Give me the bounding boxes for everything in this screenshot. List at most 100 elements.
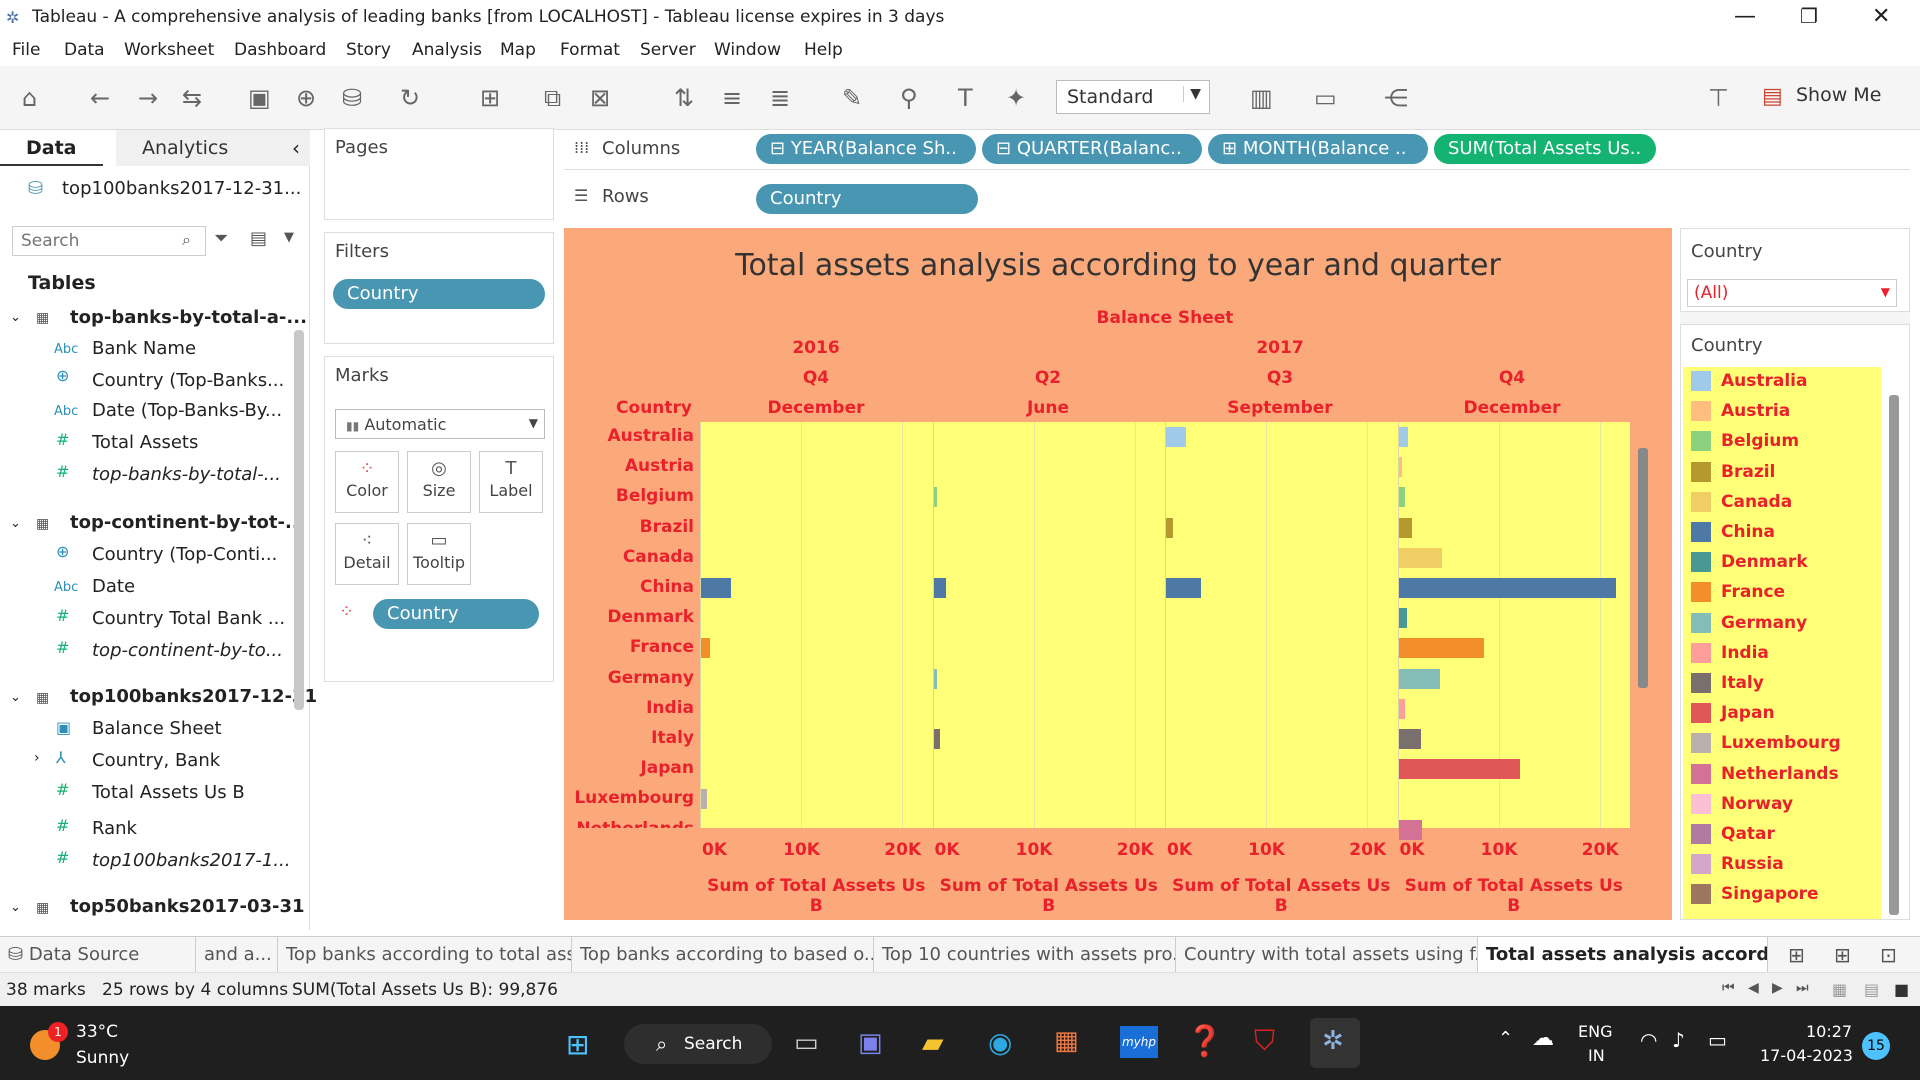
bar[interactable]	[1398, 819, 1422, 840]
table-name[interactable]: top50banks2017-03-31	[70, 896, 305, 917]
list-view-icon[interactable]: ▤	[250, 228, 267, 249]
bar[interactable]	[1398, 729, 1421, 749]
group-icon[interactable]: ⚲	[900, 84, 918, 112]
new-dashboard-icon[interactable]: ⊞	[1834, 943, 1851, 967]
menu-map[interactable]: Map	[500, 40, 536, 60]
help-icon[interactable]: ❓	[1186, 1024, 1223, 1059]
cloud-icon[interactable]: ☁	[1532, 1026, 1554, 1051]
label-button[interactable]: T Label	[479, 451, 543, 513]
teams-icon[interactable]: ▣	[858, 1028, 883, 1058]
bar[interactable]	[933, 668, 937, 689]
tab-sheet[interactable]: Top banks according to total ass...	[278, 937, 572, 973]
menu-story[interactable]: Story	[346, 40, 391, 60]
row-label[interactable]: Austria	[564, 456, 694, 476]
row-label[interactable]: China	[564, 577, 694, 597]
bar[interactable]	[1398, 517, 1412, 538]
share-icon[interactable]: ⋲	[1384, 84, 1408, 112]
clock-time[interactable]: 10:27	[1806, 1022, 1852, 1041]
bar[interactable]	[1398, 547, 1442, 568]
field[interactable]: top100banks2017-1...	[92, 850, 290, 871]
volume-icon[interactable]: ♪	[1672, 1028, 1685, 1052]
scrollbar[interactable]	[294, 330, 304, 710]
row-label[interactable]: Germany	[564, 668, 694, 688]
country-filter-select[interactable]: (All) ▼	[1687, 279, 1897, 307]
table-name[interactable]: top-banks-by-total-a-...	[70, 307, 307, 328]
grid-view-icon[interactable]: ▦	[1832, 980, 1847, 999]
menu-worksheet[interactable]: Worksheet	[124, 40, 214, 60]
bar[interactable]	[1398, 698, 1405, 719]
legend-item[interactable]: Belgium	[1691, 431, 1799, 452]
edge-icon[interactable]: ◉	[988, 1026, 1012, 1059]
bar[interactable]	[1398, 608, 1407, 629]
table-name[interactable]: top100banks2017-12-31	[70, 686, 317, 707]
datasource-icon[interactable]: ⛁	[342, 84, 362, 112]
columns-pill-quarter[interactable]: ⊟ QUARTER(Balanc..	[982, 134, 1202, 164]
cards-icon[interactable]: ▥	[1250, 84, 1273, 112]
menu-data[interactable]: Data	[64, 40, 105, 60]
battery-icon[interactable]: ▭	[1708, 1028, 1727, 1052]
new-worksheet-icon[interactable]: ⊞	[1788, 943, 1805, 967]
legend-item[interactable]: Austria	[1691, 401, 1790, 422]
field[interactable]: Bank Name	[92, 338, 196, 359]
show-me-button[interactable]: Show Me	[1796, 84, 1881, 106]
new-datasource-icon[interactable]: ⊕	[296, 84, 316, 112]
legend-item[interactable]: Norway	[1691, 793, 1793, 814]
bar[interactable]	[1398, 759, 1520, 780]
rows-pill-country[interactable]: Country	[756, 184, 978, 214]
back-icon[interactable]: ←	[90, 84, 110, 112]
rows-shelf[interactable]: ☰ Rows Country	[564, 180, 1910, 218]
menu-window[interactable]: Window	[714, 40, 781, 60]
legend-item[interactable]: India	[1691, 642, 1769, 663]
field[interactable]: Total Assets	[92, 432, 198, 453]
legend-item[interactable]: Brazil	[1691, 461, 1775, 482]
plot-area[interactable]	[700, 422, 1630, 840]
legend-item[interactable]: Germany	[1691, 612, 1807, 633]
menu-server[interactable]: Server	[640, 40, 696, 60]
legend-item[interactable]: Netherlands	[1691, 763, 1839, 784]
field[interactable]: top-continent-by-to...	[92, 640, 283, 661]
bar[interactable]	[933, 729, 940, 749]
row-label[interactable]: Australia	[564, 426, 695, 446]
legend-item[interactable]: Luxembourg	[1691, 733, 1841, 754]
new-story-icon[interactable]: ⊡	[1880, 943, 1897, 967]
columns-pill-year[interactable]: ⊟ YEAR(Balance Sh..	[756, 134, 976, 164]
field[interactable]: Rank	[92, 818, 137, 839]
row-label[interactable]: Japan	[564, 758, 694, 778]
row-label[interactable]: Italy	[564, 728, 694, 748]
expand-icon[interactable]: ⌄	[10, 310, 21, 325]
tab-sheet[interactable]: and a...	[196, 937, 278, 973]
highlight-icon[interactable]: ✎	[842, 84, 862, 112]
sort-desc-icon[interactable]: ≣	[770, 84, 790, 112]
size-button[interactable]: ◎ Size	[407, 451, 471, 513]
legend-item[interactable]: Italy	[1691, 673, 1764, 693]
language-bottom[interactable]: IN	[1588, 1046, 1605, 1065]
restore-icon[interactable]: ❐	[1800, 4, 1818, 28]
field[interactable]: Country, Bank	[92, 750, 220, 771]
tab-analytics[interactable]: Analytics	[116, 130, 310, 166]
bar[interactable]	[1166, 517, 1174, 538]
show-me-icon[interactable]: ▤	[1762, 84, 1783, 109]
labels-icon[interactable]: T	[958, 84, 973, 112]
bar[interactable]	[1398, 668, 1440, 689]
datasource-name[interactable]: top100banks2017-12-31...	[62, 178, 301, 199]
legend-item[interactable]: Canada	[1691, 491, 1792, 512]
scrollbar[interactable]	[1889, 395, 1899, 915]
minimize-icon[interactable]: —	[1734, 4, 1756, 29]
row-label[interactable]: France	[564, 637, 694, 657]
list-view-icon[interactable]: ▤	[1864, 980, 1879, 999]
field[interactable]: top-banks-by-total-...	[92, 464, 281, 485]
expand-icon[interactable]: ⌄	[10, 690, 21, 705]
menu-format[interactable]: Format	[560, 40, 620, 60]
menu-help[interactable]: Help	[804, 40, 843, 60]
mark-type-select[interactable]: ▮▮ Automatic ▼	[335, 409, 545, 439]
field[interactable]: Balance Sheet	[92, 718, 222, 739]
menu-dashboard[interactable]: Dashboard	[234, 40, 326, 60]
store-icon[interactable]: ▦	[1054, 1026, 1079, 1056]
field[interactable]: Country (Top-Conti...	[92, 544, 277, 565]
bar[interactable]	[1398, 457, 1402, 478]
color-button[interactable]: ⁘ Color	[335, 451, 399, 513]
legend-item[interactable]: China	[1691, 522, 1775, 542]
expand-icon[interactable]: ⌄	[10, 516, 21, 531]
last-page-icon[interactable]: ⏭	[1796, 980, 1809, 996]
home-icon[interactable]: ⌂	[22, 84, 37, 112]
